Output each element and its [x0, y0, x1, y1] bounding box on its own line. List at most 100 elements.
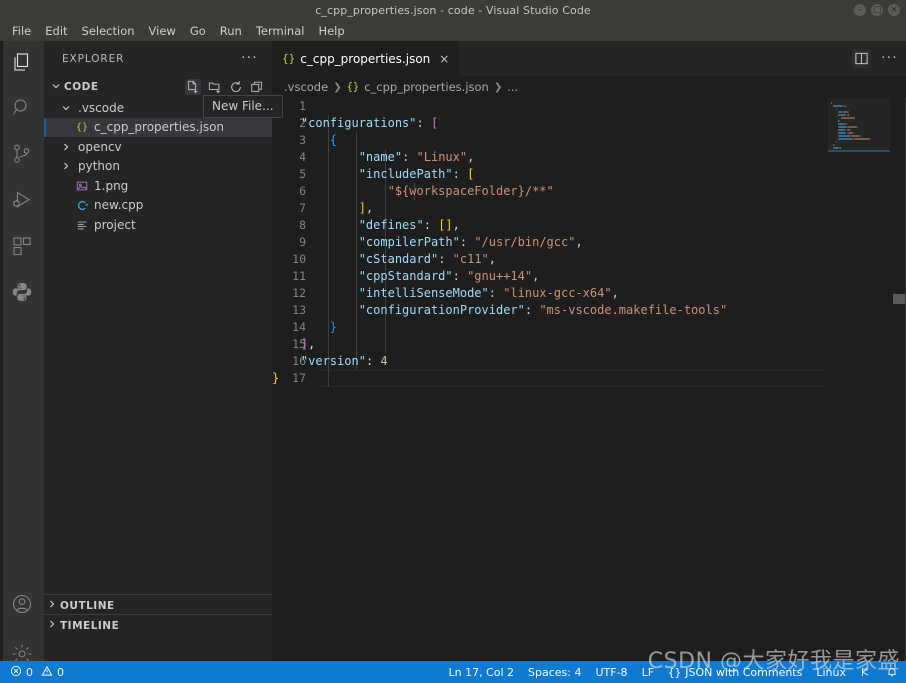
split-editor-icon[interactable]	[852, 49, 872, 68]
code-line: "compilerPath": "/usr/bin/gcc",	[358, 235, 583, 249]
code-line: "name": "Linux",	[358, 150, 475, 164]
cpp-icon	[74, 199, 90, 212]
tab-c_cpp_properties-json[interactable]: {} c_cpp_properties.json ×	[272, 41, 461, 76]
menu-selection[interactable]: Selection	[76, 22, 141, 40]
status-language-mode[interactable]: {} JSON with Comments	[668, 666, 802, 679]
menu-edit[interactable]: Edit	[39, 22, 73, 40]
json-icon: {}	[346, 81, 360, 93]
new-folder-icon[interactable]	[208, 80, 222, 94]
tree-item-label: project	[94, 217, 136, 232]
tree-item-python[interactable]: python	[44, 157, 272, 177]
code-line: "intelliSenseMode": "linux-gcc-x64",	[358, 286, 619, 300]
menu-run[interactable]: Run	[214, 22, 248, 40]
editor-actions: ···	[852, 41, 898, 76]
tree-item-opencv[interactable]: opencv	[44, 137, 272, 157]
minimap-current-line	[828, 150, 890, 152]
panel-timeline[interactable]: TIMELINE	[44, 614, 272, 636]
activitybar-item-search[interactable]	[0, 87, 44, 133]
chevron-right-icon	[58, 142, 74, 152]
tree-item-label: opencv	[78, 139, 122, 154]
extensions-icon	[10, 234, 34, 262]
error-icon	[10, 665, 22, 680]
tab-label: c_cpp_properties.json	[300, 51, 431, 66]
tree-item-1-png[interactable]: 1.png	[44, 176, 272, 196]
breadcrumb-separator-icon: ❯	[493, 81, 503, 93]
tree-item-project[interactable]: project	[44, 215, 272, 235]
json-icon: {}	[282, 52, 296, 65]
status-problems[interactable]: 0 0	[10, 665, 64, 680]
activitybar-item-extensions[interactable]	[0, 225, 44, 271]
panel-label: OUTLINE	[60, 599, 115, 612]
breadcrumb-item-symbol[interactable]: ...	[507, 80, 518, 94]
status-encoding[interactable]: UTF-8	[595, 666, 627, 679]
status-eol[interactable]: LF	[642, 666, 654, 679]
error-count: 0	[26, 665, 33, 679]
status-bar: 0 0 Ln 17, Col 2 Spaces: 4 UTF-8 LF {} J…	[0, 661, 906, 683]
explorer-root-label: CODE	[64, 81, 99, 93]
collapse-all-icon[interactable]	[250, 80, 264, 94]
panel-label: TIMELINE	[60, 619, 120, 632]
image-icon	[74, 180, 90, 192]
tree-item-label: new.cpp	[94, 198, 144, 213]
code-line: "configurations": [	[300, 116, 439, 130]
tree-item-label: 1.png	[94, 178, 129, 193]
activitybar-item-explorer[interactable]	[0, 41, 44, 87]
maximize-button[interactable]: □	[871, 4, 883, 16]
code-content[interactable]: { "configurations": [ { "name": "Linux",…	[272, 98, 727, 387]
menu-view[interactable]: View	[143, 22, 182, 40]
activitybar-item-run-debug[interactable]	[0, 179, 44, 225]
code-line: "cStandard": "c11",	[358, 252, 496, 266]
sidebar-explorer: EXPLORER ··· CODE .vscode {} c_cpp_prope…	[44, 41, 272, 683]
remote-icon[interactable]	[860, 666, 872, 678]
code-line: }	[329, 320, 338, 334]
window-controls: – □ ×	[854, 4, 900, 16]
tree-item-label: .vscode	[78, 100, 125, 115]
breadcrumb-item-file[interactable]: c_cpp_properties.json	[364, 80, 489, 94]
ellipsis-icon[interactable]: ···	[881, 51, 898, 66]
code-line: {	[272, 98, 727, 115]
activitybar-item-python[interactable]	[0, 271, 44, 317]
code-line: }	[272, 371, 280, 385]
tree-item-c_cpp_properties-json[interactable]: {} c_cpp_properties.json	[44, 117, 272, 137]
minimap[interactable]	[828, 98, 890, 683]
menu-go[interactable]: Go	[184, 22, 212, 40]
activitybar-item-accounts[interactable]	[0, 583, 44, 629]
panel-outline[interactable]: OUTLINE	[44, 594, 272, 616]
breadcrumb: .vscode ❯ {} c_cpp_properties.json ❯ ...	[272, 76, 906, 98]
scrollbar-thumb[interactable]	[893, 294, 905, 304]
editor-vertical-scrollbar[interactable]	[892, 98, 906, 683]
refresh-icon[interactable]	[229, 80, 243, 94]
code-editor[interactable]: 1 2 3 4 5 6 7 8 9 10 11 12 13 14 15 16 1…	[272, 98, 906, 683]
editor-tab-bar: {} c_cpp_properties.json × ···	[272, 41, 906, 76]
warning-icon	[41, 665, 53, 680]
sidebar-title: EXPLORER	[62, 52, 125, 65]
window-left-edge	[0, 41, 3, 683]
python-icon	[10, 280, 34, 308]
warning-count: 0	[57, 665, 64, 679]
chevron-right-icon	[58, 161, 74, 171]
files-icon	[10, 50, 34, 78]
tooltip-new-file: New File...	[203, 95, 283, 118]
status-platform[interactable]: Linux	[816, 666, 846, 679]
code-line: "cppStandard": "gnu++14",	[358, 269, 540, 283]
code-line: {	[329, 133, 338, 147]
title-bar: c_cpp_properties.json - code - Visual St…	[0, 0, 906, 20]
menu-terminal[interactable]: Terminal	[250, 22, 311, 40]
breadcrumb-item-folder[interactable]: .vscode	[284, 80, 328, 94]
close-icon[interactable]: ×	[439, 52, 449, 66]
menu-help[interactable]: Help	[312, 22, 350, 40]
menu-bar: File Edit Selection View Go Run Terminal…	[0, 20, 906, 41]
close-button[interactable]: ×	[888, 4, 900, 16]
tree-item-new-cpp[interactable]: new.cpp	[44, 196, 272, 216]
minimize-button[interactable]: –	[854, 4, 866, 16]
new-file-icon[interactable]	[185, 79, 201, 95]
sidebar-more-actions-icon[interactable]: ···	[241, 51, 258, 66]
code-line: ],	[358, 201, 374, 215]
activitybar-item-source-control[interactable]	[0, 133, 44, 179]
search-icon	[10, 96, 34, 124]
bell-icon[interactable]	[886, 666, 898, 678]
sidebar-header: EXPLORER ···	[44, 41, 272, 76]
status-indentation[interactable]: Spaces: 4	[528, 666, 581, 679]
status-cursor-position[interactable]: Ln 17, Col 2	[448, 666, 514, 679]
menu-file[interactable]: File	[6, 22, 37, 40]
